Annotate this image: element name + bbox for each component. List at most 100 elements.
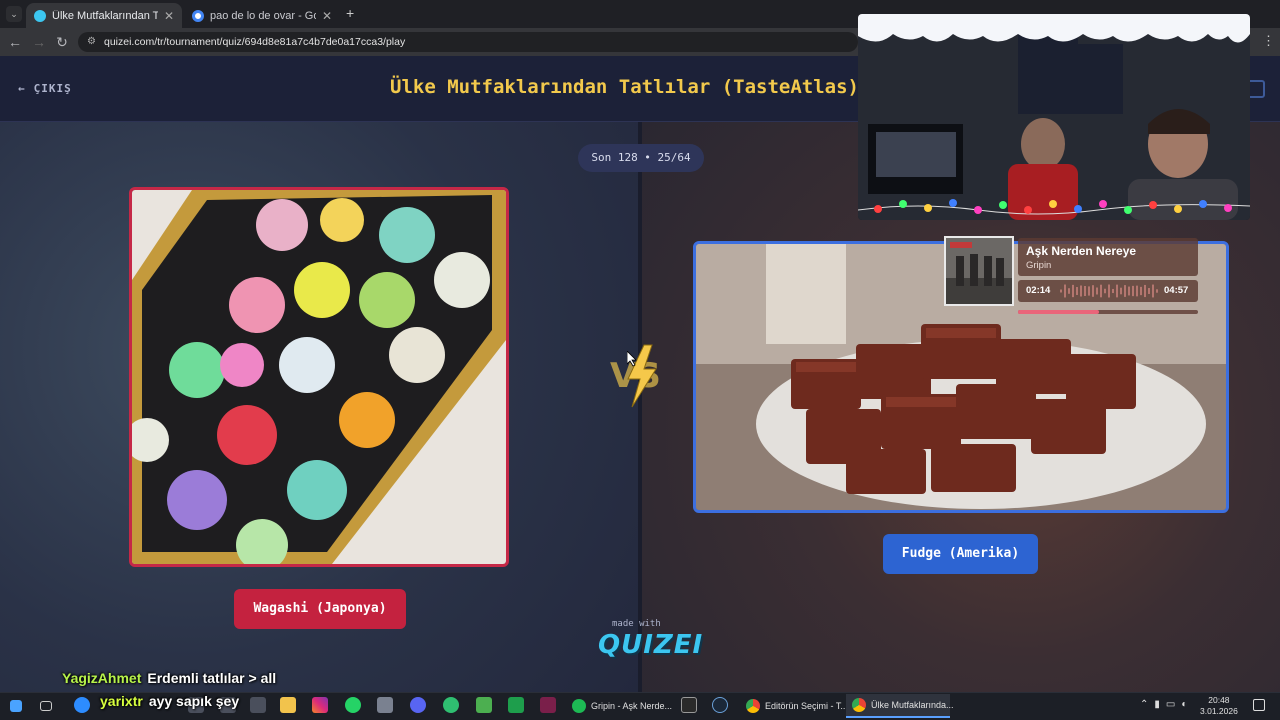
waveform-bar xyxy=(1096,287,1098,295)
url-input[interactable]: ⚙ quizei.com/tr/tournament/quiz/694d8e81… xyxy=(78,32,858,52)
notification-icon[interactable] xyxy=(1253,699,1265,711)
app-icon[interactable] xyxy=(508,697,524,713)
close-tab-icon[interactable]: ✕ xyxy=(164,9,174,23)
waveform-bar xyxy=(1076,287,1078,295)
chat-username: yarixtr xyxy=(100,693,143,709)
taskbar-app-label: Ülke Mutfaklarında... xyxy=(871,700,954,710)
quizei-favicon-icon xyxy=(34,9,46,22)
arrow-left-icon: ← xyxy=(18,82,26,95)
waveform-bar xyxy=(1092,285,1094,297)
waveform-bar xyxy=(1120,287,1122,295)
waveform-bar xyxy=(1112,288,1114,294)
site-settings-icon[interactable]: ⚙ xyxy=(87,32,96,52)
chrome-icon xyxy=(852,698,866,712)
waveform-bar xyxy=(1068,288,1070,294)
waveform-icon xyxy=(1060,284,1158,298)
chat-message: yarixtr ayy sapık şey xyxy=(100,693,239,709)
app-icon[interactable] xyxy=(540,697,556,713)
webcam-overlay xyxy=(858,14,1250,220)
album-cover-icon xyxy=(946,238,1012,304)
now-playing-widget: Aşk Nerden Nereye Gripin 02:14 04:57 xyxy=(944,236,1198,318)
waveform-bar xyxy=(1132,285,1134,297)
current-time: 02:14 xyxy=(1026,285,1051,296)
tab-google[interactable]: pao de lo de ovar - Google'da A ✕ xyxy=(184,3,340,28)
song-info-panel: Aşk Nerden Nereye Gripin xyxy=(1018,238,1198,276)
waveform-bar xyxy=(1136,285,1138,297)
mouse-cursor-icon xyxy=(627,351,637,367)
waveform-bar xyxy=(1148,288,1150,294)
waveform-bar xyxy=(1124,285,1126,297)
chat-text: ayy sapık şey xyxy=(148,693,240,709)
whatsapp-icon[interactable] xyxy=(345,697,361,713)
waveform-bar xyxy=(1140,286,1142,296)
file-explorer-icon[interactable] xyxy=(280,697,296,713)
quiz-title: Ülke Mutfaklarından Tatlılar (TasteAtlas… xyxy=(390,76,859,98)
zoom-icon[interactable] xyxy=(74,697,90,713)
album-art xyxy=(944,236,1014,306)
epic-games-icon[interactable] xyxy=(681,697,697,713)
song-progress-fill xyxy=(1018,310,1099,314)
chrome-icon xyxy=(746,699,760,713)
song-artist: Gripin xyxy=(1026,260,1052,271)
total-time: 04:57 xyxy=(1164,285,1189,296)
song-title: Aşk Nerden Nereye xyxy=(1026,244,1137,258)
left-choice-image[interactable] xyxy=(129,187,509,567)
waveform-bar xyxy=(1116,284,1118,298)
quizei-logo[interactable]: QUIZEI xyxy=(598,630,703,660)
vs-lightning-icon: VS xyxy=(610,344,661,408)
round-indicator: Son 128 • 25/64 xyxy=(578,144,704,172)
snow-frame-decoration xyxy=(858,14,1250,43)
task-view-icon[interactable] xyxy=(40,701,52,711)
waveform-bar xyxy=(1072,284,1074,298)
windows-start-icon[interactable] xyxy=(10,700,22,712)
app-icon[interactable] xyxy=(377,697,393,713)
google-favicon-icon xyxy=(192,9,204,22)
app-icon[interactable] xyxy=(443,697,459,713)
wagashi-image xyxy=(132,190,506,564)
steam-icon[interactable] xyxy=(712,697,728,713)
discord-icon[interactable] xyxy=(410,697,426,713)
waveform-bar xyxy=(1088,286,1090,296)
forward-arrow-icon[interactable]: → xyxy=(30,33,48,51)
tab-title: Ülke Mutfaklarından Tatlılar (Ta xyxy=(52,9,158,22)
tab-search-button[interactable]: ⌄ xyxy=(6,6,22,22)
waveform-bar xyxy=(1064,284,1066,298)
tab-quiz[interactable]: Ülke Mutfaklarından Tatlılar (Ta ✕ xyxy=(26,3,182,28)
chat-message: YagizAhmet Erdemli tatlılar > all xyxy=(62,670,276,686)
song-time-panel: 02:14 04:57 xyxy=(1018,280,1198,302)
url-text: quizei.com/tr/tournament/quiz/694d8e81a7… xyxy=(104,36,406,48)
waveform-bar xyxy=(1108,284,1110,298)
right-choice-button[interactable]: Fudge (Amerika) xyxy=(883,534,1038,574)
left-choice-button[interactable]: Wagashi (Japonya) xyxy=(234,589,406,629)
waveform-bar xyxy=(1152,284,1154,298)
system-clock[interactable]: 20:48 3.01.2026 xyxy=(1200,695,1238,717)
waveform-bar xyxy=(1144,284,1146,298)
taskbar-app-label: Gripin - Aşk Nerde... xyxy=(591,701,673,711)
waveform-bar xyxy=(1156,289,1158,293)
waveform-bar xyxy=(1128,286,1130,296)
instagram-icon[interactable] xyxy=(312,697,328,713)
chat-username: YagizAhmet xyxy=(62,670,142,686)
waveform-bar xyxy=(1100,284,1102,298)
song-progress-bar xyxy=(1018,310,1198,314)
taskbar-app-chrome-active[interactable]: Ülke Mutfaklarında... xyxy=(846,694,954,718)
tray-icons[interactable]: ⌃▮▭◐ xyxy=(1140,699,1193,710)
back-arrow-icon[interactable]: ← xyxy=(6,33,24,51)
reload-icon[interactable]: ↻ xyxy=(53,33,71,51)
waveform-bar xyxy=(1104,288,1106,294)
app-icon[interactable] xyxy=(250,697,266,713)
made-with-label: made with xyxy=(612,619,661,629)
minecraft-icon[interactable] xyxy=(476,697,492,713)
exit-button[interactable]: ← ÇIKIŞ xyxy=(18,82,72,95)
taskbar-app-spotify[interactable]: Gripin - Aşk Nerde... xyxy=(566,694,673,718)
new-tab-button[interactable]: + xyxy=(346,5,354,21)
spotify-icon xyxy=(572,699,586,713)
exit-label: ÇIKIŞ xyxy=(33,82,72,95)
taskbar-app-chrome[interactable]: Editörün Seçimi - T... xyxy=(740,694,848,718)
chat-text: Erdemli tatlılar > all xyxy=(147,670,277,686)
waveform-bar xyxy=(1060,289,1062,293)
waveform-bar xyxy=(1084,286,1086,296)
clock-date: 3.01.2026 xyxy=(1200,706,1238,716)
close-tab-icon[interactable]: ✕ xyxy=(322,9,332,23)
browser-menu-icon[interactable]: ⋮ xyxy=(1262,33,1275,49)
